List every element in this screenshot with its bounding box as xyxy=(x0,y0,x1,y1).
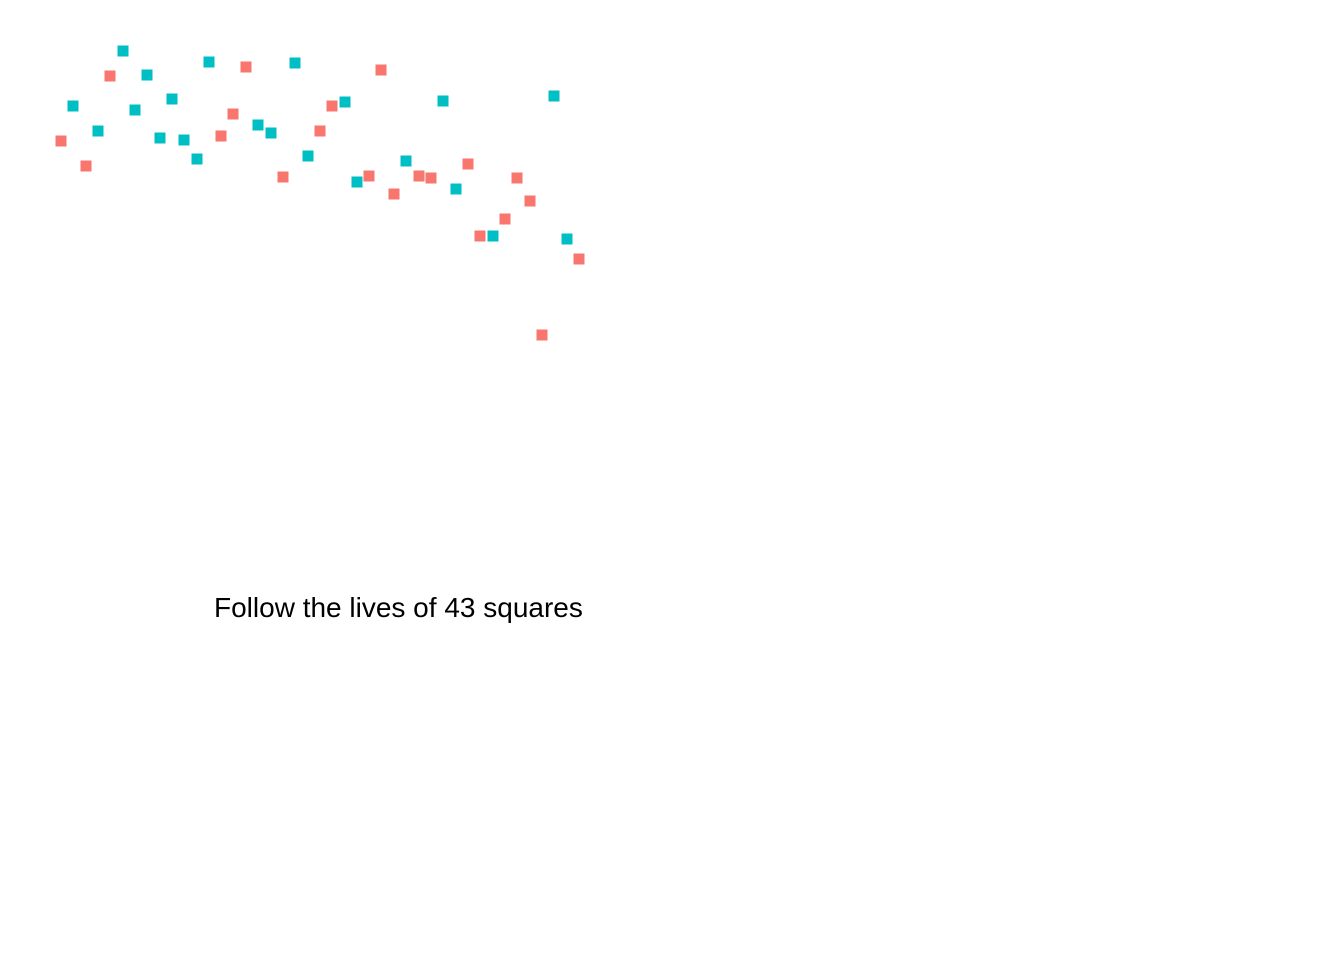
square-marker xyxy=(437,95,449,107)
square-marker xyxy=(67,100,79,112)
square-marker xyxy=(252,119,264,131)
square-marker xyxy=(388,188,400,200)
square-marker xyxy=(265,127,277,139)
square-marker xyxy=(561,233,573,245)
square-marker xyxy=(215,130,227,142)
square-marker xyxy=(400,155,412,167)
square-marker xyxy=(511,172,523,184)
square-marker xyxy=(154,132,166,144)
square-marker xyxy=(203,56,215,68)
square-marker xyxy=(450,183,462,195)
square-marker xyxy=(277,171,289,183)
square-marker xyxy=(104,70,116,82)
square-marker xyxy=(375,64,387,76)
square-marker xyxy=(363,170,375,182)
square-marker xyxy=(499,213,511,225)
square-marker xyxy=(548,90,560,102)
square-marker xyxy=(166,93,178,105)
square-marker xyxy=(117,45,129,57)
square-marker xyxy=(289,57,301,69)
square-marker xyxy=(474,230,486,242)
square-marker xyxy=(129,104,141,116)
square-marker xyxy=(536,329,548,341)
square-marker xyxy=(178,134,190,146)
square-marker xyxy=(573,253,585,265)
square-marker xyxy=(413,170,425,182)
square-marker xyxy=(339,96,351,108)
square-marker xyxy=(227,108,239,120)
square-marker xyxy=(55,135,67,147)
square-marker xyxy=(141,69,153,81)
square-marker xyxy=(326,100,338,112)
square-marker xyxy=(80,160,92,172)
square-marker xyxy=(487,230,499,242)
square-marker xyxy=(314,125,326,137)
square-marker xyxy=(462,158,474,170)
square-marker xyxy=(351,176,363,188)
plot-markers xyxy=(55,45,585,341)
square-marker xyxy=(524,195,536,207)
square-marker xyxy=(92,125,104,137)
square-marker xyxy=(240,61,252,73)
square-marker xyxy=(425,172,437,184)
square-marker xyxy=(302,150,314,162)
square-marker xyxy=(191,153,203,165)
chart-title: Follow the lives of 43 squares xyxy=(214,592,583,623)
scatter-plot xyxy=(55,45,585,341)
